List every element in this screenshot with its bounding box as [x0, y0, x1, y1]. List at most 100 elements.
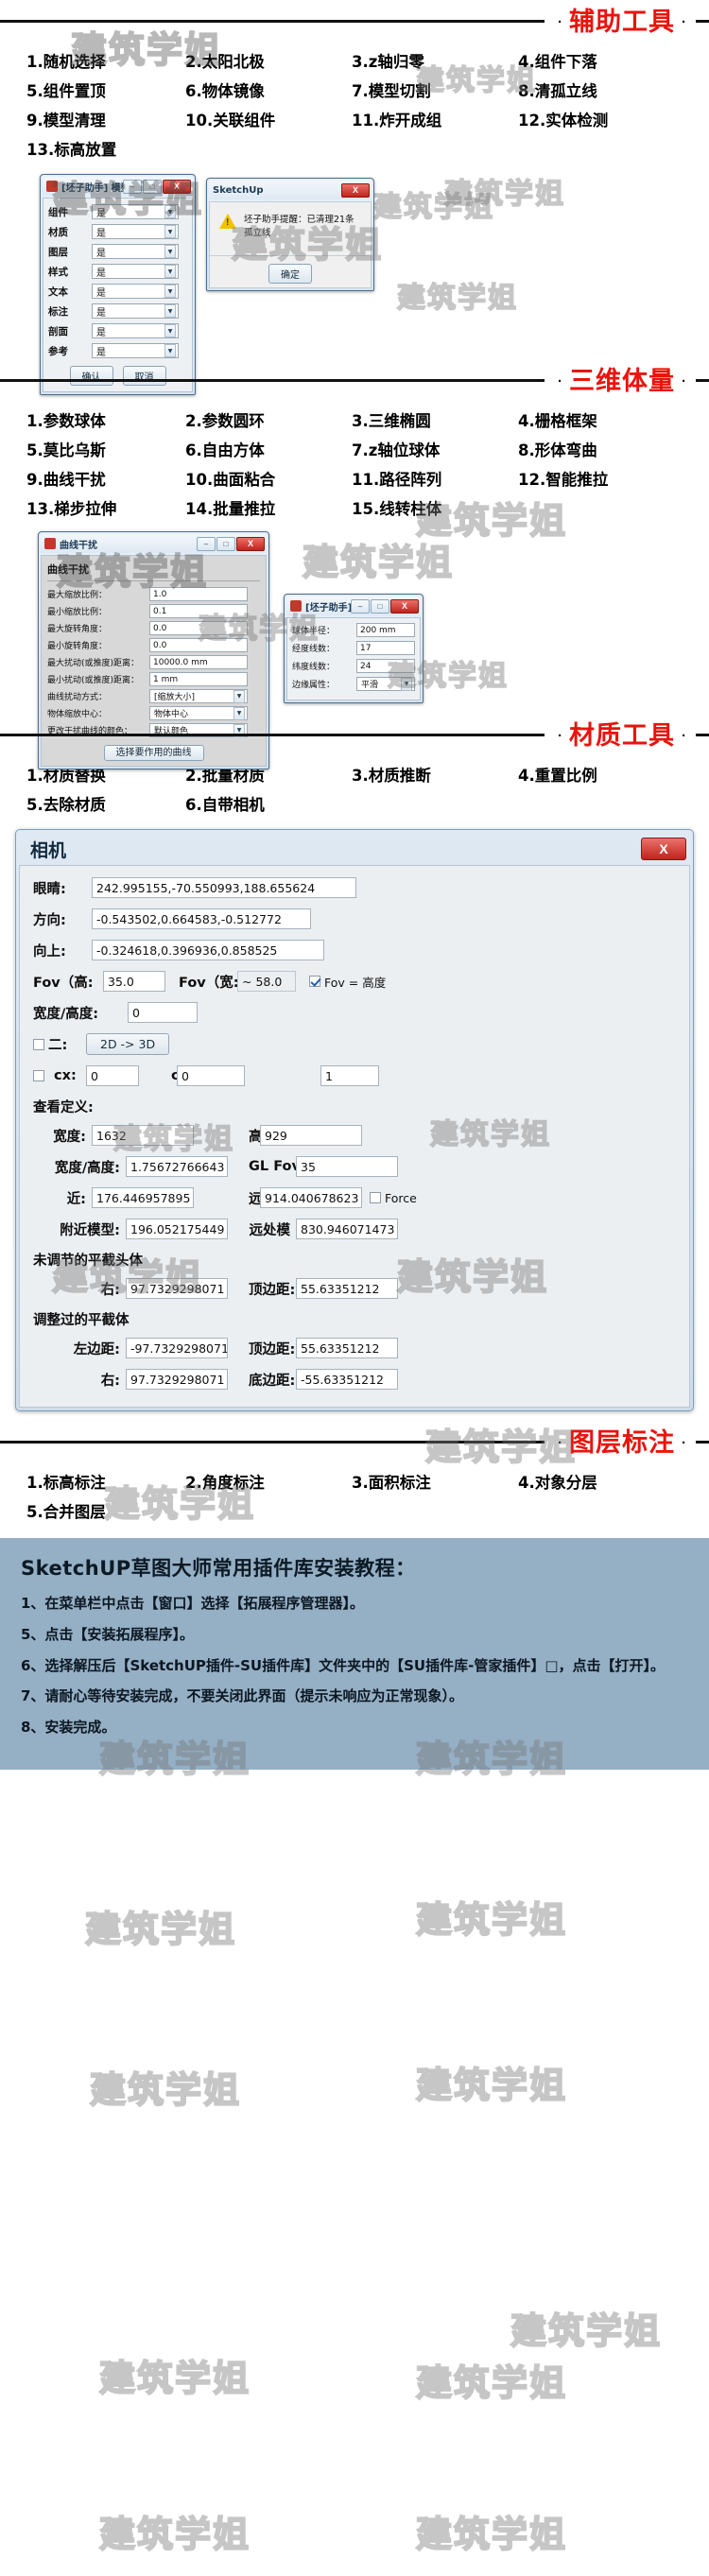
- cx-checkbox[interactable]: [33, 1070, 54, 1081]
- close-icon[interactable]: X: [163, 179, 191, 194]
- tool-item[interactable]: 6.自由方体: [185, 438, 352, 460]
- tool-item[interactable]: 5.去除材质: [26, 792, 185, 815]
- field-input[interactable]: 0.0: [149, 621, 248, 635]
- minimize-icon[interactable]: –: [351, 598, 370, 614]
- tool-item[interactable]: 9.曲线干扰: [26, 467, 185, 490]
- ok-button[interactable]: 确定: [268, 264, 312, 284]
- tool-item[interactable]: 5.组件置顶: [26, 78, 185, 101]
- field-select[interactable]: 是 ▼: [92, 343, 179, 358]
- field-select[interactable]: [缩放大小] ▼: [149, 689, 248, 703]
- maximize-icon[interactable]: □: [143, 179, 162, 194]
- chevron-down-icon[interactable]: ▼: [233, 689, 245, 703]
- cy-input[interactable]: 0: [177, 1065, 245, 1086]
- field-select[interactable]: 是 ▼: [92, 264, 179, 279]
- field-input[interactable]: 1.0: [149, 587, 248, 601]
- tool-item[interactable]: 4.组件下落: [518, 49, 684, 72]
- tool-item[interactable]: 1.参数球体: [26, 408, 185, 431]
- far-input[interactable]: 914.040678623: [260, 1187, 362, 1208]
- tool-item[interactable]: 12.智能推拉: [518, 467, 684, 490]
- tool-item[interactable]: 13.标高放置: [26, 137, 185, 160]
- field-select[interactable]: 是 ▼: [92, 204, 179, 219]
- tool-item[interactable]: 6.物体镜像: [185, 78, 352, 101]
- field-input[interactable]: 17: [356, 641, 415, 655]
- field-select[interactable]: 是 ▼: [92, 323, 179, 338]
- top-input[interactable]: 55.63351212: [296, 1278, 398, 1299]
- checkbox-icon[interactable]: [370, 1192, 381, 1203]
- field-input[interactable]: 0.1: [149, 604, 248, 618]
- tool-item[interactable]: 2.太阳北极: [185, 49, 352, 72]
- tool-item[interactable]: 8.清孤立线: [518, 78, 684, 101]
- tool-item[interactable]: 1.随机选择: [26, 49, 185, 72]
- tool-item[interactable]: 11.路径阵列: [352, 467, 518, 490]
- cx-input[interactable]: 0: [86, 1065, 139, 1086]
- tool-item[interactable]: 2.参数圆环: [185, 408, 352, 431]
- chevron-down-icon[interactable]: ▼: [164, 344, 176, 357]
- field-select[interactable]: 是 ▼: [92, 244, 179, 259]
- tool-item[interactable]: 14.批量推拉: [185, 496, 352, 519]
- far-model-input[interactable]: 830.946071473: [296, 1219, 398, 1239]
- minimize-icon[interactable]: –: [123, 179, 142, 194]
- dialog-titlebar[interactable]: SketchUp X: [209, 181, 372, 199]
- close-icon[interactable]: X: [641, 838, 686, 860]
- tool-item[interactable]: 3.面积标注: [352, 1470, 518, 1493]
- field-input[interactable]: 24: [356, 659, 415, 673]
- field-input[interactable]: 200 mm: [356, 623, 415, 637]
- eye-input[interactable]: 242.995155,-70.550993,188.655624: [92, 877, 356, 898]
- fov-equals-height-checkbox[interactable]: Fov = 高度: [296, 973, 386, 991]
- tool-item[interactable]: 10.关联组件: [185, 108, 352, 130]
- tool-item[interactable]: 9.模型清理: [26, 108, 185, 130]
- chevron-down-icon[interactable]: ▼: [164, 285, 176, 298]
- near-input[interactable]: 176.446957895: [92, 1187, 194, 1208]
- tool-item[interactable]: 8.形体弯曲: [518, 438, 684, 460]
- tool-item[interactable]: 10.曲面粘合: [185, 467, 352, 490]
- tool-item[interactable]: 5.合并图层: [26, 1499, 185, 1522]
- width-input[interactable]: 1632: [92, 1125, 194, 1146]
- tool-item[interactable]: 15.线转柱体: [352, 496, 518, 519]
- tool-item[interactable]: 7.模型切割: [352, 78, 518, 101]
- close-icon[interactable]: X: [236, 536, 265, 551]
- tool-item[interactable]: 13.梯步拉伸: [26, 496, 185, 519]
- tool-item[interactable]: 5.莫比乌斯: [26, 438, 185, 460]
- dialog-titlebar[interactable]: [坯子助手] 模型清理 – □ X: [43, 177, 193, 196]
- dialog-titlebar[interactable]: [坯子助手] 参数球体 – □ X: [286, 596, 421, 615]
- tool-item[interactable]: 4.对象分层: [518, 1470, 684, 1493]
- near-model-input[interactable]: 196.052175449: [126, 1219, 228, 1239]
- chevron-down-icon[interactable]: ▼: [164, 205, 176, 218]
- field-input[interactable]: 0.0: [149, 638, 248, 652]
- minimize-icon[interactable]: –: [197, 536, 216, 551]
- checkbox-icon[interactable]: [33, 1038, 44, 1050]
- chevron-down-icon[interactable]: ▼: [164, 324, 176, 337]
- right-input[interactable]: 97.7329298071: [126, 1278, 228, 1299]
- left-edge-input[interactable]: -97.7329298071: [126, 1338, 228, 1358]
- chevron-down-icon[interactable]: ▼: [164, 265, 176, 278]
- right-edge-input[interactable]: 97.7329298071: [126, 1369, 228, 1390]
- dialog-titlebar[interactable]: 曲线干扰 – □ X: [41, 534, 267, 553]
- close-icon[interactable]: X: [341, 182, 370, 198]
- tool-item[interactable]: 1.标高标注: [26, 1470, 185, 1493]
- field-select[interactable]: 是 ▼: [92, 303, 179, 319]
- maximize-icon[interactable]: □: [216, 536, 235, 551]
- dialog-titlebar[interactable]: 相机 X: [19, 833, 690, 865]
- width-height-input[interactable]: 1.75672766643: [126, 1156, 228, 1177]
- checkbox-icon[interactable]: [33, 1070, 44, 1081]
- tool-item[interactable]: 7.z轴位球体: [352, 438, 518, 460]
- tool-item[interactable]: 6.自带相机: [185, 792, 352, 815]
- field-select[interactable]: 是 ▼: [92, 284, 179, 299]
- bottom-edge-input[interactable]: -55.63351212: [296, 1369, 398, 1390]
- top-edge-input[interactable]: 55.63351212: [296, 1338, 398, 1358]
- tool-item[interactable]: 3.材质推断: [352, 763, 518, 786]
- up-input[interactable]: -0.324618,0.396936,0.858525: [92, 940, 324, 960]
- tool-item[interactable]: 4.重置比例: [518, 763, 684, 786]
- force-checkbox[interactable]: Force: [362, 1191, 417, 1205]
- field-select[interactable]: 是 ▼: [92, 224, 179, 239]
- ratio-input[interactable]: 1: [320, 1065, 379, 1086]
- chevron-down-icon[interactable]: ▼: [164, 245, 176, 258]
- tool-item[interactable]: 4.栅格框架: [518, 408, 684, 431]
- convert-2d-3d-button[interactable]: 2D -> 3D: [86, 1033, 170, 1055]
- chevron-down-icon[interactable]: ▼: [164, 225, 176, 238]
- chevron-down-icon[interactable]: ▼: [401, 677, 412, 691]
- field-input[interactable]: 10000.0 mm: [149, 655, 248, 669]
- fov-height-input[interactable]: 35.0: [103, 971, 165, 992]
- field-input[interactable]: 1 mm: [149, 672, 248, 686]
- maximize-icon[interactable]: □: [371, 598, 389, 614]
